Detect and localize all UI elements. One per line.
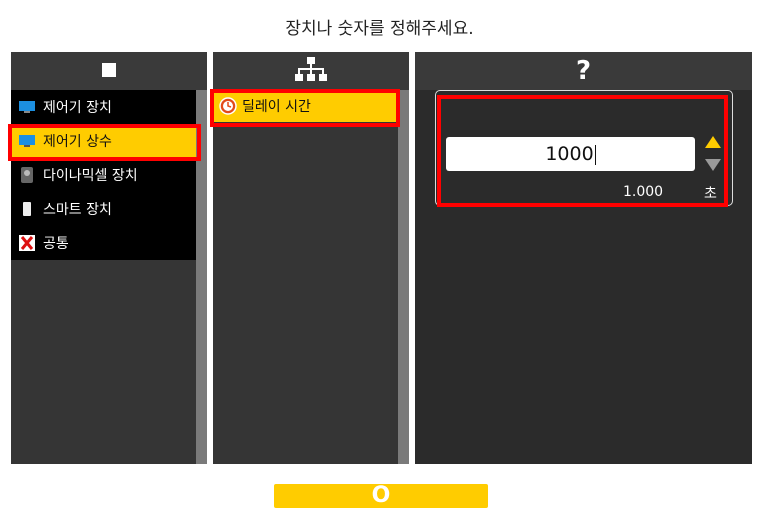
clock-icon (219, 97, 237, 115)
increment-arrow-icon[interactable] (705, 136, 721, 148)
unit-label: 초 (704, 186, 717, 202)
value-card: 1000 1.000 초 (435, 90, 733, 206)
hierarchy-icon[interactable] (293, 57, 329, 85)
monitor-icon (19, 99, 35, 115)
category-list: 제어기 장치 제어기 상수 다이나믹셀 장치 스마트 장치 공통 (11, 90, 196, 260)
monitor-icon (19, 133, 35, 149)
parameter-panel: 딜레이 시간 (213, 52, 409, 464)
category-item-smart-device[interactable]: 스마트 장치 (11, 192, 196, 226)
parameter-item-delay-time[interactable]: 딜레이 시간 (213, 90, 398, 122)
parameter-scrollbar[interactable] (398, 90, 409, 464)
category-item-dynamixel-device[interactable]: 다이나믹셀 장치 (11, 158, 196, 192)
category-item-common[interactable]: 공통 (11, 226, 196, 260)
category-item-controller-constant[interactable]: 제어기 상수 (11, 124, 196, 158)
prompt-title: 장치나 숫자를 정해주세요. (285, 19, 474, 39)
ok-button[interactable]: O (274, 484, 488, 508)
value-panel-header: ? (415, 52, 752, 90)
text-cursor (594, 144, 596, 165)
category-panel: 제어기 장치 제어기 상수 다이나믹셀 장치 스마트 장치 공통 (11, 52, 207, 464)
x-mark-icon (19, 235, 35, 251)
stop-square-icon[interactable] (102, 62, 116, 81)
decrement-arrow-icon[interactable] (705, 159, 721, 171)
parameter-panel-header (213, 52, 409, 90)
category-item-controller-device[interactable]: 제어기 장치 (11, 90, 196, 124)
value-input[interactable]: 1000 (446, 137, 695, 171)
help-label[interactable]: ? (576, 56, 591, 86)
dynamixel-icon (19, 167, 35, 183)
value-panel: ? 1000 1.000 초 (415, 52, 752, 464)
smartphone-icon (19, 201, 35, 217)
category-scrollbar[interactable] (196, 90, 207, 464)
category-panel-header (11, 52, 207, 90)
seconds-readout: 1.000 (623, 184, 664, 200)
